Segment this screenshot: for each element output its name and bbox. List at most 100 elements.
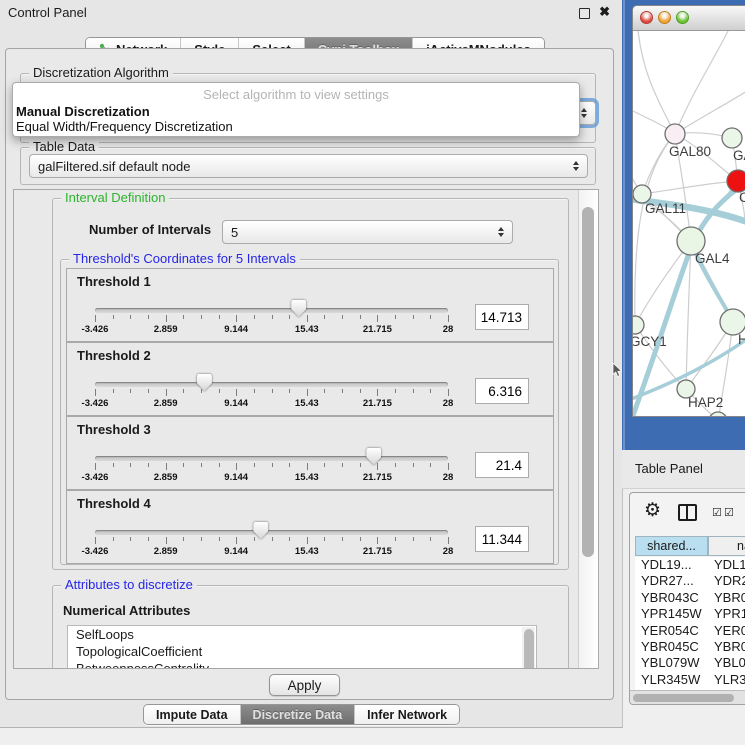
slider-tick-labels: -3.4262.8599.14415.4321.71528 [95, 472, 448, 483]
threshold-value-field[interactable] [475, 304, 529, 330]
numerical-attributes-list[interactable]: SelfLoopsTopologicalCoefficientBetweenne… [67, 625, 537, 669]
zoom-traffic-light-icon[interactable] [676, 11, 689, 24]
table-cell-name: YER0... [708, 623, 745, 639]
tick-mark [395, 537, 396, 541]
algorithm-option[interactable]: Equal Width/Frequency Discretization [13, 119, 579, 134]
threshold-label: Threshold 4 [77, 496, 151, 511]
network-window-titlebar [633, 6, 745, 31]
table-row[interactable]: YDL19...YDL1... [635, 557, 745, 573]
tick-label: 28 [443, 398, 454, 409]
tick-mark [95, 315, 96, 322]
tab-label: Discretize Data [253, 708, 343, 722]
tick-mark [324, 463, 325, 467]
tick-mark [413, 389, 414, 393]
tick-mark [201, 537, 202, 541]
apply-button[interactable]: Apply [269, 674, 340, 696]
table-panel-header: Table Panel [622, 450, 745, 489]
tick-mark [130, 389, 131, 393]
algorithm-option[interactable]: Manual Discretization [13, 104, 579, 119]
tab-discretize-data[interactable]: Discretize Data [240, 705, 355, 724]
interval-definition-group: Interval Definition Number of Intervals … [52, 198, 569, 570]
tick-mark [236, 315, 237, 322]
table-cell-shared-name: YER054C [635, 623, 708, 639]
tick-label: 9.144 [224, 472, 248, 483]
scrollbar-thumb[interactable] [524, 629, 534, 669]
tick-mark [272, 463, 273, 467]
table-row[interactable]: YBR045CYBR0... [635, 639, 745, 655]
table-data-select[interactable]: galFiltered.sif default node [29, 154, 588, 178]
checkbox-icon[interactable]: ☑ [712, 506, 722, 519]
control-panel-window: Control Panel ✖ NetworkStyleSelectCyni T… [0, 0, 623, 728]
scrollbar-thumb[interactable] [633, 694, 734, 702]
table-row[interactable]: YLR345WYLR3... [635, 672, 745, 688]
table-row[interactable]: YPR145WYPR1... [635, 606, 745, 622]
column-header-name[interactable]: na [708, 536, 745, 556]
tick-mark [201, 389, 202, 393]
network-canvas[interactable]: GAL80GACGAL11GAL4GCY1HHAP2 [633, 31, 745, 416]
close-icon[interactable]: ✖ [599, 4, 610, 20]
threshold-slider-track[interactable] [95, 456, 448, 461]
tick-mark [289, 537, 290, 541]
tick-label: 21.715 [363, 398, 392, 409]
split-view-icon[interactable] [678, 504, 697, 521]
attribute-list-item[interactable]: TopologicalCoefficient [68, 643, 536, 660]
threshold-label: Threshold 1 [77, 274, 151, 289]
tick-mark [95, 389, 96, 396]
tick-mark [342, 463, 343, 467]
table-row[interactable]: YER054CYER0... [635, 623, 745, 639]
table-row[interactable]: YDR27...YDR2... [635, 573, 745, 589]
tick-label: 21.715 [363, 324, 392, 335]
tick-mark [130, 463, 131, 467]
attribute-list-item[interactable]: BetweennessCentrality [68, 660, 536, 669]
tick-mark [448, 537, 449, 544]
tick-mark [360, 315, 361, 319]
network-node[interactable] [709, 412, 727, 416]
tick-mark [166, 389, 167, 396]
settings-vertical-scrollbar[interactable] [578, 190, 598, 668]
threshold-slider-track[interactable] [95, 308, 448, 313]
tick-mark [148, 463, 149, 467]
threshold-panel: Threshold 4-3.4262.8599.14415.4321.71528 [66, 490, 554, 564]
tick-mark [430, 315, 431, 319]
tick-mark [448, 463, 449, 470]
threshold-slider-track[interactable] [95, 382, 448, 387]
column-header-shared[interactable]: shared... [635, 536, 708, 556]
float-window-icon[interactable] [579, 8, 590, 19]
close-traffic-light-icon[interactable] [640, 11, 653, 24]
network-node-label: GA [733, 148, 745, 163]
scrollbar-thumb[interactable] [582, 207, 594, 557]
tab-infer-network[interactable]: Infer Network [354, 705, 459, 724]
table-panel-title: Table Panel [635, 461, 703, 476]
tick-mark [395, 315, 396, 319]
tick-mark [166, 463, 167, 470]
attribute-list-item[interactable]: SelfLoops [68, 626, 536, 643]
network-node-label: GAL11 [645, 201, 686, 216]
threshold-value-field[interactable] [475, 526, 529, 552]
attributes-list-scrollbar[interactable] [522, 627, 535, 669]
minimize-traffic-light-icon[interactable] [658, 11, 671, 24]
network-node-selected[interactable] [727, 170, 745, 192]
tab-impute-data[interactable]: Impute Data [144, 705, 240, 724]
settings-scrollpane: Interval Definition Number of Intervals … [13, 189, 599, 669]
gear-icon[interactable]: ⚙ [644, 499, 661, 522]
table-cell-name: YBL0... [708, 655, 745, 671]
table-data-group-title: Table Data [29, 140, 99, 154]
table-horizontal-scrollbar[interactable] [630, 690, 745, 704]
tick-mark [148, 389, 149, 393]
tick-label: 15.43 [295, 546, 319, 557]
table-row[interactable]: YBL079WYBL0... [635, 655, 745, 671]
number-of-intervals-select[interactable]: 5 [222, 220, 513, 244]
tick-mark [377, 537, 378, 544]
tick-label: 2.859 [154, 324, 178, 335]
tick-mark [289, 463, 290, 467]
tick-label: 2.859 [154, 546, 178, 557]
threshold-value-field[interactable] [475, 378, 529, 404]
network-node[interactable] [633, 316, 644, 334]
checkbox-icon[interactable]: ☑ [724, 506, 734, 519]
threshold-slider-track[interactable] [95, 530, 448, 535]
network-node[interactable] [665, 124, 685, 144]
tick-mark [272, 389, 273, 393]
threshold-value-field[interactable] [475, 452, 529, 478]
table-row[interactable]: YBR043CYBR0... [635, 590, 745, 606]
network-node[interactable] [722, 128, 742, 148]
